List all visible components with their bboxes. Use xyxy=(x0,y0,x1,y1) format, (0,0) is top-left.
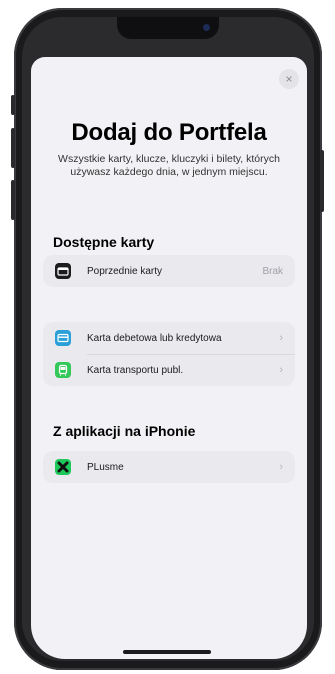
list-item-debit-credit-card[interactable]: Karta debetowa lub kredytowa › xyxy=(43,322,295,354)
available-cards-group: Poprzednie karty Brak xyxy=(43,255,295,287)
wallet-icon xyxy=(55,263,71,279)
chevron-right-icon: › xyxy=(279,332,283,344)
close-button[interactable]: × xyxy=(279,69,299,89)
credit-card-icon xyxy=(55,330,71,346)
list-item-plusme-app[interactable]: PLusme › xyxy=(43,451,295,483)
list-item-label: Poprzednie karty xyxy=(87,265,163,277)
section-title-available-cards: Dostępne karty xyxy=(53,234,155,250)
list-item-transit-card[interactable]: Karta transportu publ. › xyxy=(43,354,295,386)
add-to-wallet-sheet: × Dodaj do Portfela Wszystkie karty, klu… xyxy=(31,57,307,659)
transit-card-icon xyxy=(55,362,71,378)
close-icon: × xyxy=(285,72,293,86)
home-indicator[interactable] xyxy=(123,650,211,654)
volume-down-button xyxy=(11,180,15,220)
list-item-label: PLusme xyxy=(87,461,124,473)
apps-group: PLusme › xyxy=(43,451,295,483)
front-camera xyxy=(203,24,210,31)
mute-switch xyxy=(11,95,15,115)
list-item-label: Karta debetowa lub kredytowa xyxy=(87,332,222,344)
plusme-app-icon xyxy=(55,459,71,475)
list-item-label: Karta transportu publ. xyxy=(87,364,184,376)
card-types-group: Karta debetowa lub kredytowa › Karta tra… xyxy=(43,322,295,386)
power-button xyxy=(320,150,324,212)
volume-up-button xyxy=(11,128,15,168)
chevron-right-icon: › xyxy=(279,364,283,376)
page-title: Dodaj do Portfela xyxy=(71,119,267,146)
list-item-previous-cards[interactable]: Poprzednie karty Brak xyxy=(43,255,295,287)
chevron-right-icon: › xyxy=(279,461,283,473)
list-item-value: Brak xyxy=(262,265,283,277)
page-subtitle: Wszystkie karty, klucze, kluczyki i bile… xyxy=(58,153,280,178)
section-title-from-apps: Z aplikacji na iPhonie xyxy=(53,423,196,439)
